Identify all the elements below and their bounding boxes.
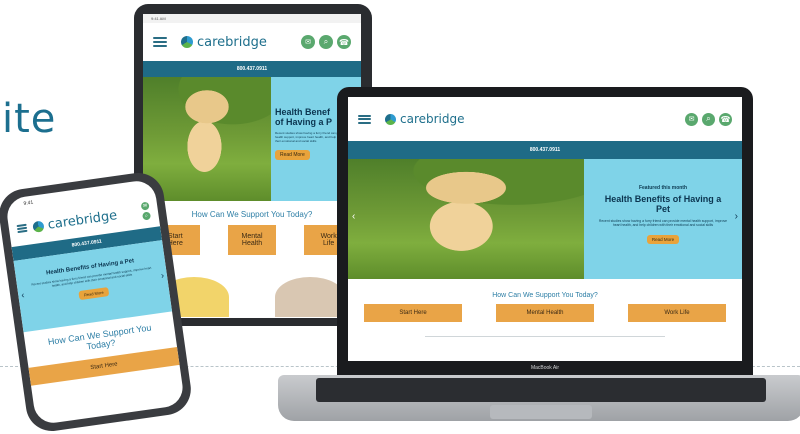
logo-mark-icon	[385, 113, 396, 125]
section-divider	[425, 336, 665, 337]
dog-photo	[348, 159, 584, 279]
phone-number-bar[interactable]: 800.437.0911	[348, 141, 742, 159]
laptop-keyboard	[316, 378, 766, 402]
status-time: 9:41	[23, 199, 34, 207]
status-time: 9:41 AM	[151, 16, 166, 21]
phone-icon[interactable]: ☎	[337, 35, 351, 49]
mental-health-button[interactable]: Mental Health	[227, 225, 277, 255]
tablet-screen: 9:41 AM carebridge ✉ ⌕ ☎ 800.437.0911 He…	[143, 14, 361, 318]
dog-photo	[143, 77, 271, 201]
logo[interactable]: carebridge	[32, 208, 118, 235]
phone-device: 9:41 carebridge ✉ ⌕ 800.437.0911 Health …	[0, 169, 195, 434]
logo-mark-icon	[181, 36, 193, 48]
featured-banner: Health Benef of Having a P Recent studies…	[143, 77, 361, 201]
support-heading: How Can We Support You Today?	[492, 292, 598, 299]
phone-number-bar[interactable]: 800.437.0911	[143, 61, 361, 77]
phone-number: 800.437.0911	[236, 66, 268, 72]
header-actions: ✉ ⌕ ☎	[685, 112, 732, 126]
chevron-left-icon[interactable]: ‹	[21, 290, 25, 300]
tablet-status-bar: 9:41 AM	[143, 14, 361, 23]
laptop-model-label: MacBook Air	[337, 361, 753, 375]
email-icon[interactable]: ✉	[685, 112, 698, 126]
phone-number: 800.437.0911	[529, 147, 561, 153]
support-buttons: Start Here Mental Health Work Life	[143, 225, 361, 255]
mental-health-button[interactable]: Mental Health	[496, 304, 594, 322]
partial-heading: ite	[2, 96, 57, 142]
article-body: Recent studies show having a furry frien…	[598, 219, 728, 228]
start-here-button[interactable]: Start Here	[364, 304, 462, 322]
header-actions: ✉ ⌕ ☎	[301, 35, 351, 49]
search-icon[interactable]: ⌕	[319, 35, 333, 49]
feature-panel: Featured this month Health Benefits of H…	[584, 159, 742, 279]
phone-screen: 9:41 carebridge ✉ ⌕ 800.437.0911 Health …	[4, 178, 186, 426]
support-heading: How Can We Support You Today?	[191, 210, 313, 219]
support-buttons: Start Here Mental Health Work Life	[348, 304, 742, 322]
chevron-right-icon[interactable]: ›	[735, 211, 738, 222]
phone-number: 800.437.0911	[71, 238, 103, 249]
brand-name: carebridge	[400, 112, 465, 126]
menu-icon[interactable]	[16, 223, 28, 234]
logo[interactable]: carebridge	[181, 35, 267, 50]
featured-label: Featured this month	[638, 185, 688, 191]
menu-icon[interactable]	[153, 37, 167, 47]
thumbnail-image	[275, 277, 345, 317]
chevron-right-icon[interactable]: ›	[160, 270, 164, 280]
phone-icon[interactable]: ☎	[719, 112, 732, 126]
tablet-site-header: carebridge ✉ ⌕ ☎	[143, 23, 361, 61]
work-life-button[interactable]: Work Life	[628, 304, 726, 322]
laptop-site-header: carebridge ✉ ⌕ ☎	[348, 97, 742, 141]
laptop-screen: carebridge ✉ ⌕ ☎ 800.437.0911 Featured t…	[348, 97, 742, 361]
menu-icon[interactable]	[358, 114, 371, 124]
search-icon[interactable]: ⌕	[702, 112, 715, 126]
featured-banner: Featured this month Health Benefits of H…	[348, 159, 742, 279]
search-icon[interactable]: ⌕	[142, 211, 152, 221]
logo-mark-icon	[32, 219, 45, 233]
header-actions: ✉ ⌕	[140, 201, 152, 221]
brand-name: carebridge	[46, 207, 119, 233]
laptop-trackpad	[490, 405, 592, 419]
chevron-left-icon[interactable]: ‹	[352, 211, 355, 222]
email-icon[interactable]: ✉	[301, 35, 315, 49]
article-title: Health Benefits of Having a Pet	[604, 194, 722, 214]
brand-name: carebridge	[197, 34, 267, 50]
read-more-button[interactable]: Read More	[78, 287, 110, 301]
read-more-button[interactable]: Read More	[275, 150, 310, 160]
logo[interactable]: carebridge	[385, 112, 465, 126]
email-icon[interactable]: ✉	[140, 201, 150, 211]
read-more-button[interactable]: Read More	[646, 234, 680, 244]
